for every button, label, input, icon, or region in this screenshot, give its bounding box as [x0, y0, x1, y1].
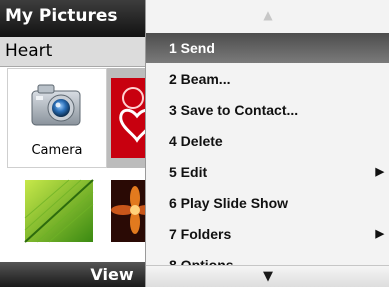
menu-item-folders[interactable]: 7 Folders ▶ — [146, 219, 389, 249]
softkey-view[interactable]: View — [82, 262, 142, 287]
menu-item-edit[interactable]: 5 Edit ▶ — [146, 157, 389, 187]
menu-item-label: 5 Edit — [169, 164, 208, 180]
menu-item-send[interactable]: 1 Send — [146, 33, 389, 63]
menu-item-label: 2 Beam... — [169, 71, 231, 87]
menu-item-label: 7 Folders — [169, 226, 232, 242]
thumbnail-label: Camera — [31, 143, 83, 158]
green-leaf-image — [24, 179, 94, 243]
menu-item-play-slide-show[interactable]: 6 Play Slide Show — [146, 188, 389, 218]
menu-item-beam[interactable]: 2 Beam... — [146, 64, 389, 94]
menu-item-delete[interactable]: 4 Delete — [146, 126, 389, 156]
submenu-arrow-icon: ▶ — [375, 166, 384, 178]
camera-icon — [31, 84, 81, 126]
scroll-up-icon[interactable]: ▲ — [146, 0, 389, 28]
menu-item-label: 4 Delete — [169, 133, 223, 149]
submenu-arrow-icon: ▶ — [375, 228, 384, 240]
thumbnail-camera[interactable]: Camera — [7, 68, 107, 168]
scroll-down-icon[interactable]: ▼ — [146, 265, 389, 287]
my-pictures-screen: My Pictures Heart Camera View ▲ 1 Send 2… — [0, 0, 389, 287]
folder-label: Heart — [5, 41, 53, 61]
popup-menu: ▲ 1 Send 2 Beam... 3 Save to Contact... … — [145, 0, 389, 287]
page-title: My Pictures — [5, 6, 118, 26]
menu-item-label: 3 Save to Contact... — [169, 102, 299, 118]
thumbnail-green-leaf[interactable] — [7, 170, 107, 262]
menu-item-label: 6 Play Slide Show — [169, 195, 289, 211]
menu-item-label: 1 Send — [169, 40, 215, 56]
menu-item-save-to-contact[interactable]: 3 Save to Contact... — [146, 95, 389, 125]
